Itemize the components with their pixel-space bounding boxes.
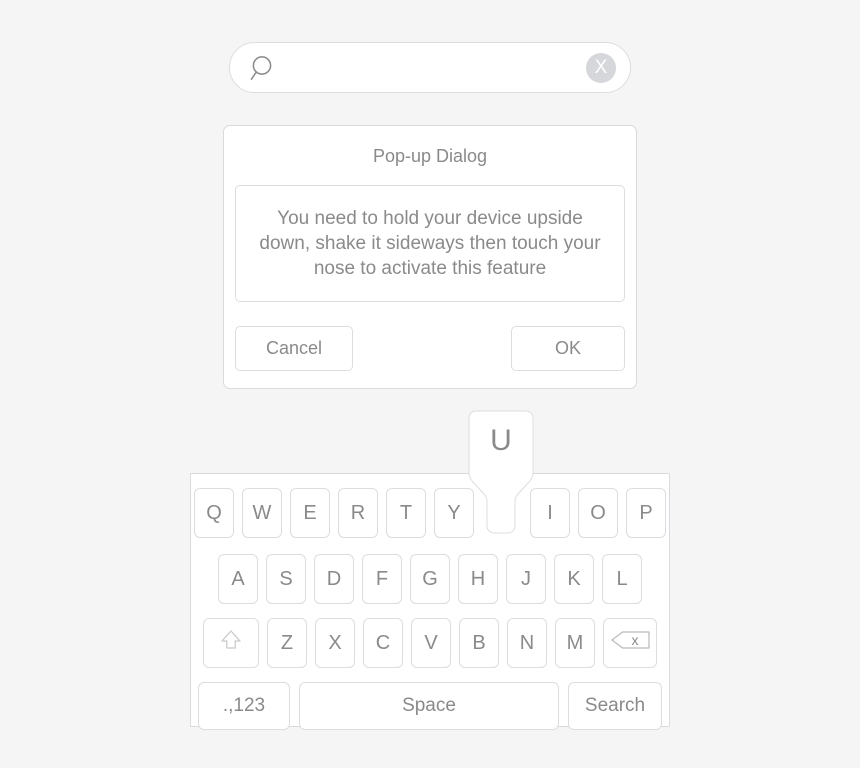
cancel-button[interactable]: Cancel xyxy=(235,325,353,371)
key-j[interactable]: J xyxy=(506,554,546,604)
key-x[interactable]: X xyxy=(315,618,355,668)
key-k[interactable]: K xyxy=(554,554,594,604)
key-e[interactable]: E xyxy=(290,488,330,538)
dialog-actions: Cancel OK xyxy=(235,325,625,371)
key-popup-label: U xyxy=(490,424,512,457)
key-h[interactable]: H xyxy=(458,554,498,604)
shift-key[interactable] xyxy=(203,618,259,668)
dialog-message-box: You need to hold your device upside down… xyxy=(235,184,625,302)
key-y[interactable]: Y xyxy=(434,488,474,538)
key-p[interactable]: P xyxy=(626,488,666,538)
key-g[interactable]: G xyxy=(410,554,450,604)
search-bar[interactable]: X xyxy=(229,42,631,93)
dialog-title: Pop-up Dialog xyxy=(372,146,488,166)
key-u[interactable] xyxy=(482,488,522,538)
backspace-delete-icon: x xyxy=(609,627,651,659)
key-a[interactable]: A xyxy=(218,554,258,604)
key-t[interactable]: T xyxy=(386,488,426,538)
backspace-key[interactable]: x xyxy=(603,618,657,668)
key-z[interactable]: Z xyxy=(267,618,307,668)
key-m[interactable]: M xyxy=(555,618,595,668)
dialog-message-text: You need to hold your device upside down… xyxy=(259,207,601,279)
popup-dialog: Pop-up Dialog You need to hold your devi… xyxy=(223,125,637,389)
key-n[interactable]: N xyxy=(507,618,547,668)
wireframe-canvas: X Pop-up Dialog You need to hold your de… xyxy=(0,0,860,768)
space-key[interactable]: Space xyxy=(299,682,559,730)
key-v[interactable]: V xyxy=(411,618,451,668)
key-l[interactable]: L xyxy=(602,554,642,604)
keyboard-row-4: .,123 Space Search xyxy=(191,682,669,730)
key-f[interactable]: F xyxy=(362,554,402,604)
search-input[interactable] xyxy=(274,43,586,92)
key-w[interactable]: W xyxy=(242,488,282,538)
key-i[interactable]: I xyxy=(530,488,570,538)
key-s[interactable]: S xyxy=(266,554,306,604)
ok-button[interactable]: OK xyxy=(511,325,625,371)
svg-text:x: x xyxy=(632,632,639,648)
key-q[interactable]: Q xyxy=(194,488,234,538)
search-icon xyxy=(248,54,274,82)
search-key[interactable]: Search xyxy=(568,682,662,730)
clear-search-icon[interactable]: X xyxy=(586,52,616,83)
numbers-key[interactable]: .,123 xyxy=(198,682,290,730)
keyboard-row-1: Q W E R T Y I O P xyxy=(191,488,669,538)
keyboard-row-2: A S D F G H J K L xyxy=(191,554,669,604)
shift-arrow-icon xyxy=(218,627,244,659)
keyboard-row-3: Z X C V B N M x xyxy=(191,618,669,668)
on-screen-keyboard: Q W E R T Y I O P A S D F G H J K L Z X … xyxy=(190,473,670,730)
key-c[interactable]: C xyxy=(363,618,403,668)
key-o[interactable]: O xyxy=(578,488,618,538)
key-r[interactable]: R xyxy=(338,488,378,538)
key-d[interactable]: D xyxy=(314,554,354,604)
key-b[interactable]: B xyxy=(459,618,499,668)
